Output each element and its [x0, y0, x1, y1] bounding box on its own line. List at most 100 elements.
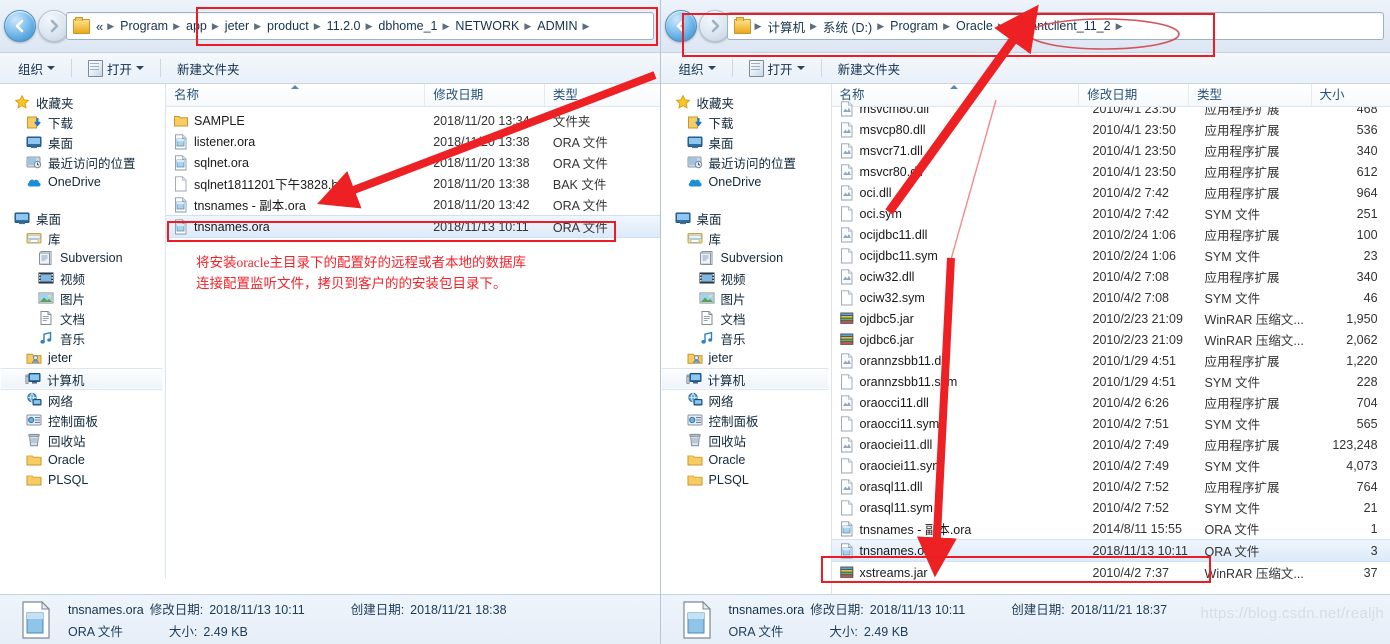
sidebar-item-subversion[interactable]: Subversion [661, 248, 831, 268]
sidebar-item-音乐[interactable]: 音乐 [0, 328, 165, 348]
open-button[interactable]: 打开 [80, 56, 152, 81]
sidebar-item-视频[interactable]: 视频 [661, 268, 831, 288]
sidebar-item-收藏夹[interactable]: 收藏夹 [661, 92, 831, 112]
sidebar-item-库[interactable]: 库 [0, 228, 165, 248]
table-row[interactable]: msvcp80.dll 2010/4/1 23:50 应用程序扩展 536 [832, 119, 1390, 140]
table-row[interactable]: tnsnames - 副本.ora 2018/11/20 13:42 ORA 文件 [166, 194, 660, 215]
sidebar-item-jeter[interactable]: jeter [0, 348, 165, 368]
table-row[interactable]: oci.dll 2010/4/2 7:42 应用程序扩展 964 [832, 182, 1390, 203]
table-row[interactable]: tnsnames.ora 2018/11/13 10:11 ORA 文件 3 [831, 539, 1390, 562]
organize-button[interactable]: 组织 [10, 56, 63, 81]
sidebar-item-网络[interactable]: 网络 [661, 390, 831, 410]
table-row[interactable]: ocijdbc11.dll 2010/2/24 1:06 应用程序扩展 100 [832, 224, 1390, 245]
breadcrumb-item-1[interactable]: app [182, 17, 211, 35]
sidebar-item-桌面[interactable]: 桌面 [661, 132, 831, 152]
table-row[interactable]: ojdbc5.jar 2010/2/23 21:09 WinRAR 压缩文... 1,… [832, 308, 1390, 329]
column-header-date[interactable]: 修改日期 [425, 84, 545, 106]
breadcrumb-overflow[interactable]: « [93, 17, 106, 36]
sidebar-item-oracle[interactable]: Oracle [661, 450, 831, 470]
table-row[interactable]: msvcr80.dll 2010/4/1 23:50 应用程序扩展 612 [832, 161, 1390, 182]
breadcrumb-item-0[interactable]: Program [116, 17, 172, 35]
sidebar-item-下载[interactable]: 下载 [0, 112, 165, 132]
sidebar-item-控制面板[interactable]: 控制面板 [0, 410, 165, 430]
sidebar-item-计算机[interactable]: 计算机 [0, 368, 163, 390]
table-row[interactable]: ociw32.sym 2010/4/2 7:08 SYM 文件 46 [832, 287, 1390, 308]
breadcrumb-item-4[interactable]: 11.2.0 [323, 17, 365, 35]
table-row[interactable]: msvcr71.dll 2010/4/1 23:50 应用程序扩展 340 [832, 140, 1390, 161]
sidebar-item-桌面[interactable]: 桌面 [0, 208, 165, 228]
sidebar-item-图片[interactable]: 图片 [0, 288, 165, 308]
sidebar-item-下载[interactable]: 下载 [661, 112, 831, 132]
sidebar-item-桌面[interactable]: 桌面 [661, 208, 831, 228]
sidebar-item-oracle[interactable]: Oracle [0, 450, 165, 470]
sidebar-item-onedrive[interactable]: OneDrive [0, 172, 165, 192]
sidebar-item-回收站[interactable]: 回收站 [661, 430, 831, 450]
table-row[interactable]: listener.ora 2018/11/20 13:38 ORA 文件 [166, 131, 660, 152]
right-navigation-pane[interactable]: 收藏夹 下载 桌面 最近访问的位置 OneDrive 桌面库 Subversion 视频 图片文… [660, 84, 832, 597]
table-row[interactable]: oraociei11.dll 2010/4/2 7:49 应用程序扩展 123,248 [832, 434, 1390, 455]
breadcrumb-item-7[interactable]: ADMIN [533, 17, 581, 35]
sidebar-item-回收站[interactable]: 回收站 [0, 430, 165, 450]
left-file-list-pane[interactable]: 名称 修改日期 类型 SAMPLE 2018/11/20 13:34 文件夹 list… [166, 84, 660, 578]
sidebar-item-控制面板[interactable]: 控制面板 [661, 410, 831, 430]
sidebar-item-文档[interactable]: 文档 [661, 308, 831, 328]
open-button[interactable]: 打开 [741, 56, 813, 81]
sidebar-item-最近访问的位置[interactable]: 最近访问的位置 [0, 152, 165, 172]
sidebar-item-网络[interactable]: 网络 [0, 390, 165, 410]
sidebar-item-plsql[interactable]: PLSQL [0, 470, 165, 490]
sidebar-item-视频[interactable]: 视频 [0, 268, 165, 288]
sidebar-item-库[interactable]: 库 [661, 228, 831, 248]
breadcrumb-item-6[interactable]: NETWORK [451, 17, 523, 35]
sidebar-item-图片[interactable]: 图片 [661, 288, 831, 308]
breadcrumb-item-4[interactable]: instantclient_11_2 [1007, 17, 1115, 35]
column-header-date[interactable]: 修改日期 [1079, 84, 1190, 106]
right-file-list-pane[interactable]: 名称 修改日期 类型 大小 msvcm80.dll 2010/4/1 23:50 应… [831, 84, 1390, 597]
table-row[interactable]: sqlnet1811201下午3828.bak 2018/11/20 13:38 B… [166, 173, 660, 194]
table-row[interactable]: orasql11.sym 2010/4/2 7:52 SYM 文件 21 [832, 497, 1390, 518]
table-row[interactable]: orannzsbb11.dll 2010/1/29 4:51 应用程序扩展 1,220 [832, 350, 1390, 371]
sidebar-item-音乐[interactable]: 音乐 [661, 328, 831, 348]
sidebar-item-plsql[interactable]: PLSQL [661, 470, 831, 490]
right-address-bar[interactable]: ▶ 计算机 ▶ 系统 (D:) ▶ Program ▶ Oracle ▶ ins… [726, 12, 1384, 40]
table-row[interactable]: orasql11.dll 2010/4/2 7:52 应用程序扩展 764 [832, 476, 1390, 497]
left-address-bar[interactable]: « ▶ Program ▶ app ▶ jeter ▶ product ▶ 11… [66, 12, 654, 40]
sidebar-item-jeter[interactable]: jeter [661, 348, 831, 368]
sidebar-item-收藏夹[interactable]: 收藏夹 [0, 92, 165, 112]
table-row[interactable]: orannzsbb11.sym 2010/1/29 4:51 SYM 文件 228 [832, 371, 1390, 392]
breadcrumb-item-0[interactable]: 计算机 [763, 15, 809, 38]
breadcrumb-item-2[interactable]: jeter [221, 17, 253, 35]
table-row[interactable]: sqlnet.ora 2018/11/20 13:38 ORA 文件 [166, 152, 660, 173]
organize-button[interactable]: 组织 [671, 56, 724, 81]
breadcrumb-item-5[interactable]: dbhome_1 [374, 17, 441, 35]
breadcrumb-item-3[interactable]: Oracle [952, 17, 997, 35]
table-row[interactable]: tnsnames.ora 2018/11/13 10:11 ORA 文件 [166, 215, 660, 238]
forward-button[interactable] [698, 10, 731, 42]
sidebar-item-onedrive[interactable]: OneDrive [661, 172, 831, 192]
table-row[interactable]: ojdbc6.jar 2010/2/23 21:09 WinRAR 压缩文... 2,… [832, 329, 1390, 350]
breadcrumb-item-3[interactable]: product [263, 17, 313, 35]
breadcrumb-item-1[interactable]: 系统 (D:) [819, 15, 876, 38]
table-row[interactable]: ociw32.dll 2010/4/2 7:08 应用程序扩展 340 [832, 266, 1390, 287]
table-row[interactable]: tnsnames - 副本.ora 2014/8/11 15:55 ORA 文件 1 [832, 518, 1390, 539]
left-navigation-pane[interactable]: 收藏夹 下载 桌面 最近访问的位置 OneDrive 桌面库 Subversion 视频 图片文… [0, 84, 166, 578]
table-row[interactable]: oci.sym 2010/4/2 7:42 SYM 文件 251 [832, 203, 1390, 224]
table-row[interactable]: oraocci11.sym 2010/4/2 7:51 SYM 文件 565 [832, 413, 1390, 434]
sidebar-item-subversion[interactable]: Subversion [0, 248, 165, 268]
table-row[interactable]: xstreams.jar 2010/4/2 7:37 WinRAR 压缩文... 37 [832, 562, 1390, 583]
back-button[interactable] [4, 10, 36, 42]
table-row[interactable]: oraociei11.sym 2010/4/2 7:49 SYM 文件 4,073 [832, 455, 1390, 476]
new-folder-button[interactable]: 新建文件夹 [169, 56, 248, 81]
breadcrumb-item-2[interactable]: Program [886, 17, 942, 35]
table-row[interactable]: oraocci11.dll 2010/4/2 6:26 应用程序扩展 704 [832, 392, 1390, 413]
table-row[interactable]: ocijdbc11.sym 2010/2/24 1:06 SYM 文件 23 [832, 245, 1390, 266]
column-header-type[interactable]: 类型 [1189, 84, 1312, 106]
sidebar-item-桌面[interactable]: 桌面 [0, 132, 165, 152]
sidebar-item-文档[interactable]: 文档 [0, 308, 165, 328]
sidebar-item-最近访问的位置[interactable]: 最近访问的位置 [661, 152, 831, 172]
column-header-size[interactable]: 大小 [1312, 84, 1390, 106]
table-row[interactable]: SAMPLE 2018/11/20 13:34 文件夹 [166, 110, 660, 131]
column-header-type[interactable]: 类型 [545, 84, 660, 106]
new-folder-button[interactable]: 新建文件夹 [830, 56, 909, 81]
sidebar-item-计算机[interactable]: 计算机 [660, 368, 829, 390]
back-button[interactable] [664, 10, 697, 42]
